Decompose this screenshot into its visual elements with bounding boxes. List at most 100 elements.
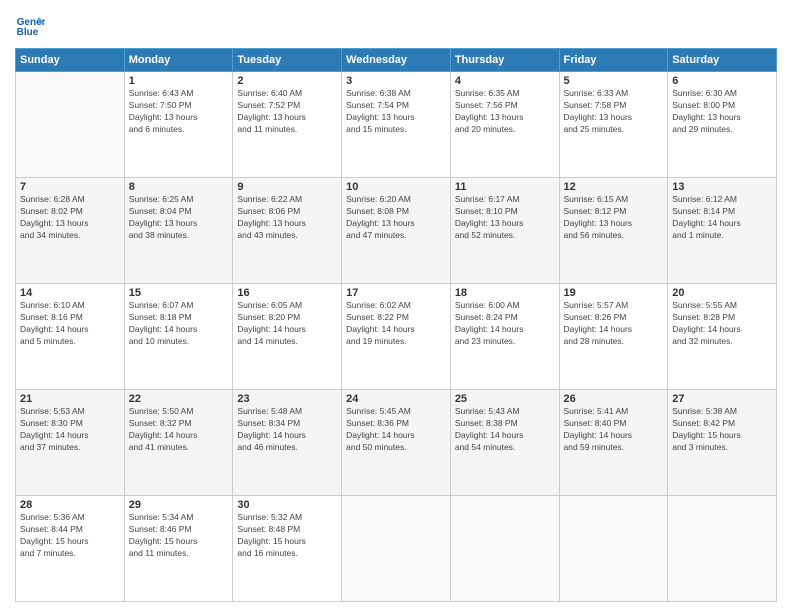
calendar-day: 20Sunrise: 5:55 AMSunset: 8:28 PMDayligh… [668,284,777,390]
calendar-day: 8Sunrise: 6:25 AMSunset: 8:04 PMDaylight… [124,178,233,284]
day-info: Sunrise: 5:45 AMSunset: 8:36 PMDaylight:… [346,406,446,454]
calendar-day: 22Sunrise: 5:50 AMSunset: 8:32 PMDayligh… [124,390,233,496]
calendar-day [668,496,777,602]
weekday-header: Wednesday [342,49,451,72]
day-number: 17 [346,287,446,299]
day-number: 18 [455,287,555,299]
weekday-header-row: SundayMondayTuesdayWednesdayThursdayFrid… [16,49,777,72]
day-number: 26 [564,393,664,405]
calendar-day: 10Sunrise: 6:20 AMSunset: 8:08 PMDayligh… [342,178,451,284]
day-number: 9 [237,181,337,193]
calendar-week-row: 7Sunrise: 6:28 AMSunset: 8:02 PMDaylight… [16,178,777,284]
day-number: 11 [455,181,555,193]
calendar-week-row: 14Sunrise: 6:10 AMSunset: 8:16 PMDayligh… [16,284,777,390]
calendar-day: 25Sunrise: 5:43 AMSunset: 8:38 PMDayligh… [450,390,559,496]
calendar-day: 9Sunrise: 6:22 AMSunset: 8:06 PMDaylight… [233,178,342,284]
day-number: 20 [672,287,772,299]
calendar-week-row: 21Sunrise: 5:53 AMSunset: 8:30 PMDayligh… [16,390,777,496]
weekday-header: Tuesday [233,49,342,72]
day-number: 29 [129,499,229,511]
calendar-day: 6Sunrise: 6:30 AMSunset: 8:00 PMDaylight… [668,72,777,178]
day-number: 3 [346,75,446,87]
calendar-day: 24Sunrise: 5:45 AMSunset: 8:36 PMDayligh… [342,390,451,496]
day-info: Sunrise: 5:55 AMSunset: 8:28 PMDaylight:… [672,300,772,348]
day-info: Sunrise: 5:34 AMSunset: 8:46 PMDaylight:… [129,512,229,560]
weekday-header: Thursday [450,49,559,72]
calendar-day [16,72,125,178]
day-info: Sunrise: 6:17 AMSunset: 8:10 PMDaylight:… [455,194,555,242]
calendar-day: 13Sunrise: 6:12 AMSunset: 8:14 PMDayligh… [668,178,777,284]
day-number: 12 [564,181,664,193]
day-number: 14 [20,287,120,299]
calendar-day: 21Sunrise: 5:53 AMSunset: 8:30 PMDayligh… [16,390,125,496]
day-info: Sunrise: 6:10 AMSunset: 8:16 PMDaylight:… [20,300,120,348]
calendar-day: 29Sunrise: 5:34 AMSunset: 8:46 PMDayligh… [124,496,233,602]
day-number: 4 [455,75,555,87]
day-info: Sunrise: 6:35 AMSunset: 7:56 PMDaylight:… [455,88,555,136]
weekday-header: Monday [124,49,233,72]
calendar-day: 18Sunrise: 6:00 AMSunset: 8:24 PMDayligh… [450,284,559,390]
day-info: Sunrise: 6:20 AMSunset: 8:08 PMDaylight:… [346,194,446,242]
calendar-week-row: 28Sunrise: 5:36 AMSunset: 8:44 PMDayligh… [16,496,777,602]
weekday-header: Saturday [668,49,777,72]
weekday-header: Sunday [16,49,125,72]
day-info: Sunrise: 5:41 AMSunset: 8:40 PMDaylight:… [564,406,664,454]
day-info: Sunrise: 5:43 AMSunset: 8:38 PMDaylight:… [455,406,555,454]
day-number: 5 [564,75,664,87]
day-number: 23 [237,393,337,405]
calendar-day: 17Sunrise: 6:02 AMSunset: 8:22 PMDayligh… [342,284,451,390]
calendar-day: 26Sunrise: 5:41 AMSunset: 8:40 PMDayligh… [559,390,668,496]
calendar-day: 5Sunrise: 6:33 AMSunset: 7:58 PMDaylight… [559,72,668,178]
day-number: 7 [20,181,120,193]
day-info: Sunrise: 5:53 AMSunset: 8:30 PMDaylight:… [20,406,120,454]
calendar-day [342,496,451,602]
page: General Blue SundayMondayTuesdayWednesda… [0,0,792,612]
calendar-day [450,496,559,602]
day-number: 10 [346,181,446,193]
calendar-day: 30Sunrise: 5:32 AMSunset: 8:48 PMDayligh… [233,496,342,602]
day-number: 8 [129,181,229,193]
header: General Blue [15,10,777,40]
calendar-day: 19Sunrise: 5:57 AMSunset: 8:26 PMDayligh… [559,284,668,390]
logo-icon: General Blue [15,10,45,40]
day-info: Sunrise: 6:22 AMSunset: 8:06 PMDaylight:… [237,194,337,242]
logo: General Blue [15,10,49,40]
day-number: 25 [455,393,555,405]
day-info: Sunrise: 6:15 AMSunset: 8:12 PMDaylight:… [564,194,664,242]
calendar-day [559,496,668,602]
calendar-day: 23Sunrise: 5:48 AMSunset: 8:34 PMDayligh… [233,390,342,496]
calendar-day: 2Sunrise: 6:40 AMSunset: 7:52 PMDaylight… [233,72,342,178]
day-number: 6 [672,75,772,87]
day-info: Sunrise: 6:05 AMSunset: 8:20 PMDaylight:… [237,300,337,348]
day-number: 27 [672,393,772,405]
day-info: Sunrise: 6:00 AMSunset: 8:24 PMDaylight:… [455,300,555,348]
day-number: 13 [672,181,772,193]
calendar-day: 7Sunrise: 6:28 AMSunset: 8:02 PMDaylight… [16,178,125,284]
calendar-day: 12Sunrise: 6:15 AMSunset: 8:12 PMDayligh… [559,178,668,284]
day-number: 30 [237,499,337,511]
day-info: Sunrise: 6:07 AMSunset: 8:18 PMDaylight:… [129,300,229,348]
day-info: Sunrise: 6:38 AMSunset: 7:54 PMDaylight:… [346,88,446,136]
calendar-day: 1Sunrise: 6:43 AMSunset: 7:50 PMDaylight… [124,72,233,178]
day-info: Sunrise: 6:28 AMSunset: 8:02 PMDaylight:… [20,194,120,242]
day-number: 15 [129,287,229,299]
day-info: Sunrise: 6:25 AMSunset: 8:04 PMDaylight:… [129,194,229,242]
day-number: 1 [129,75,229,87]
day-info: Sunrise: 6:33 AMSunset: 7:58 PMDaylight:… [564,88,664,136]
calendar-day: 3Sunrise: 6:38 AMSunset: 7:54 PMDaylight… [342,72,451,178]
day-number: 2 [237,75,337,87]
calendar-week-row: 1Sunrise: 6:43 AMSunset: 7:50 PMDaylight… [16,72,777,178]
calendar-day: 27Sunrise: 5:38 AMSunset: 8:42 PMDayligh… [668,390,777,496]
calendar-day: 28Sunrise: 5:36 AMSunset: 8:44 PMDayligh… [16,496,125,602]
calendar-day: 11Sunrise: 6:17 AMSunset: 8:10 PMDayligh… [450,178,559,284]
day-info: Sunrise: 5:36 AMSunset: 8:44 PMDaylight:… [20,512,120,560]
weekday-header: Friday [559,49,668,72]
day-number: 28 [20,499,120,511]
calendar-day: 15Sunrise: 6:07 AMSunset: 8:18 PMDayligh… [124,284,233,390]
day-info: Sunrise: 6:30 AMSunset: 8:00 PMDaylight:… [672,88,772,136]
day-info: Sunrise: 6:12 AMSunset: 8:14 PMDaylight:… [672,194,772,242]
day-number: 16 [237,287,337,299]
day-number: 22 [129,393,229,405]
day-info: Sunrise: 6:43 AMSunset: 7:50 PMDaylight:… [129,88,229,136]
calendar-day: 16Sunrise: 6:05 AMSunset: 8:20 PMDayligh… [233,284,342,390]
